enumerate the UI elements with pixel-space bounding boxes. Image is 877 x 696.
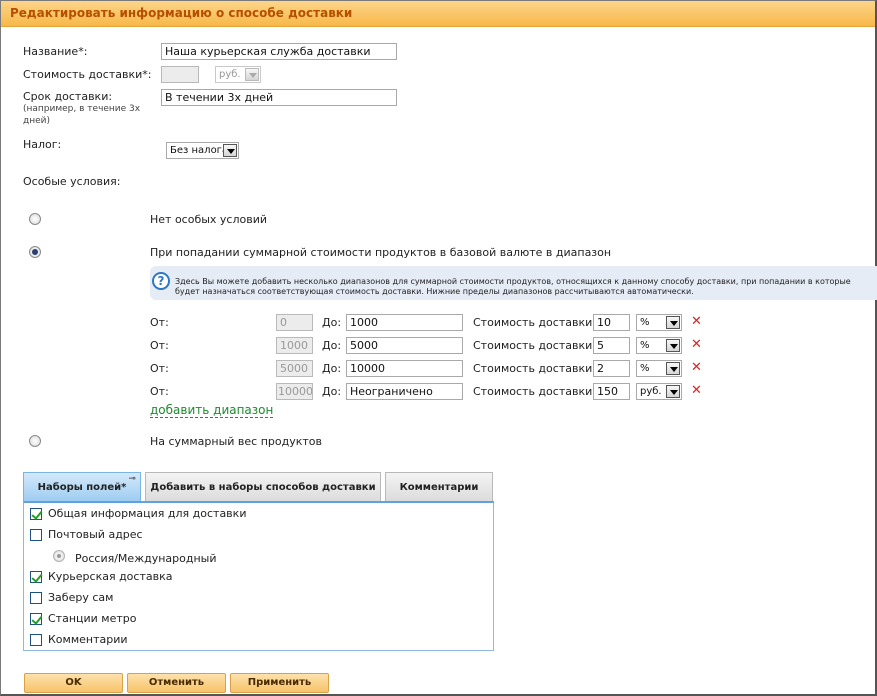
tab-field-sets[interactable]: Наборы полей* ⊸ [23,472,141,502]
add-range-link-wrap: добавить диапазон [150,403,274,418]
range-cost-label: Стоимость доставки: [473,339,596,352]
tab-label: Наборы полей* [37,482,127,493]
page-title: Редактировать информацию о способе доста… [10,6,353,20]
price-range-radio[interactable] [29,246,41,258]
range-from-input[interactable]: 5000 [276,360,313,377]
range-to-input[interactable]: 10000 [346,360,463,377]
cost-input[interactable] [161,66,199,83]
question-icon: ? [152,272,170,290]
range-from-input[interactable]: 10000 [276,383,313,400]
range-cost-input[interactable]: 150 [593,383,630,400]
range-to-label: До: [322,339,342,352]
name-input[interactable]: Наша курьерская служба доставки [161,43,397,60]
field-checkbox[interactable] [30,571,42,583]
tax-select-value: Без налога [170,145,229,156]
tax-label: Налог: [23,138,62,151]
range-to-label: До: [322,385,342,398]
cost-currency-value: руб. [219,69,241,80]
info-box: ? Здесь Вы можете добавить несколько диа… [150,266,877,300]
price-range-label: При попадании суммарной стоимости продук… [150,246,612,259]
range-to-label: До: [322,362,342,375]
info-text: Здесь Вы можете добавить несколько диапа… [175,277,851,296]
chevron-down-icon [245,68,259,81]
tab-label: Добавить в наборы способов доставки [150,482,376,493]
range-unit-select[interactable]: % [636,360,682,377]
field-sets-panel: Общая информация для доставки Почтовый а… [23,501,494,651]
range-from-label: От: [150,339,169,352]
delete-range-icon[interactable]: ✕ [691,338,702,351]
field-checkbox[interactable] [30,613,42,625]
range-from-label: От: [150,385,169,398]
region-radio[interactable] [53,550,65,562]
add-range-link[interactable]: добавить диапазон [150,403,274,418]
no-conditions-label: Нет особых условий [150,213,268,226]
delete-range-icon[interactable]: ✕ [691,361,702,374]
range-unit-select[interactable]: руб. [636,383,682,400]
total-weight-label: На суммарный вес продуктов [150,435,322,448]
ok-button[interactable]: OK [24,673,123,693]
field-checkbox[interactable] [30,508,42,520]
region-label: Россия/Международный [75,552,217,565]
field-label: Курьерская доставка [48,570,173,583]
field-label: Станции метро [48,612,137,625]
chevron-down-icon [666,316,680,329]
range-cost-input[interactable]: 5 [593,337,630,354]
pin-icon: ⊸ [128,474,136,484]
range-from-input[interactable]: 1000 [276,337,313,354]
range-to-label: До: [322,316,342,329]
range-to-input[interactable]: Неограничено [346,383,463,400]
range-from-input[interactable]: 0 [276,314,313,331]
field-label: Комментарии [48,633,128,646]
range-unit-select[interactable]: % [636,337,682,354]
title-bar: Редактировать информацию о способе доста… [1,1,875,27]
range-cost-label: Стоимость доставки: [473,316,596,329]
apply-button[interactable]: Применить [230,673,329,693]
field-label: Общая информация для доставки [48,507,247,520]
range-cost-input[interactable]: 10 [593,314,630,331]
tab-comments[interactable]: Комментарии [385,472,493,501]
term-hint: (например, в течение 3х дней) [23,104,141,126]
total-weight-radio[interactable] [29,435,41,447]
range-unit-value: руб. [640,386,662,397]
range-unit-select[interactable]: % [636,314,682,331]
range-unit-value: % [640,363,650,374]
range-to-input[interactable]: 5000 [346,337,463,354]
no-conditions-radio[interactable] [29,213,41,225]
chevron-down-icon [666,362,680,375]
delete-range-icon[interactable]: ✕ [691,384,702,397]
range-cost-label: Стоимость доставки: [473,362,596,375]
range-from-label: От: [150,362,169,375]
range-unit-value: % [640,317,650,328]
tab-label: Комментарии [399,482,479,493]
field-checkbox[interactable] [30,634,42,646]
cost-currency-select[interactable]: руб. [215,66,261,83]
term-input[interactable]: В течении 3х дней [161,89,397,106]
chevron-down-icon [223,144,237,157]
range-cost-label: Стоимость доставки: [473,385,596,398]
name-label: Название*: [23,45,88,58]
tax-select[interactable]: Без налога [166,142,239,159]
range-cost-input[interactable]: 2 [593,360,630,377]
range-unit-value: % [640,340,650,351]
chevron-down-icon [666,339,680,352]
tab-add-to-sets[interactable]: Добавить в наборы способов доставки [145,472,381,501]
field-label: Почтовый адрес [48,528,143,541]
delete-range-icon[interactable]: ✕ [691,315,702,328]
field-checkbox[interactable] [30,592,42,604]
cancel-button[interactable]: Отменить [127,673,226,693]
cost-label: Стоимость доставки*: [23,68,152,81]
range-from-label: От: [150,316,169,329]
term-label: Срок доставки: [23,90,113,103]
range-to-input[interactable]: 1000 [346,314,463,331]
field-label: Заберу сам [48,591,114,604]
chevron-down-icon [666,385,680,398]
special-conditions-label: Особые условия: [23,175,121,188]
field-checkbox[interactable] [30,529,42,541]
